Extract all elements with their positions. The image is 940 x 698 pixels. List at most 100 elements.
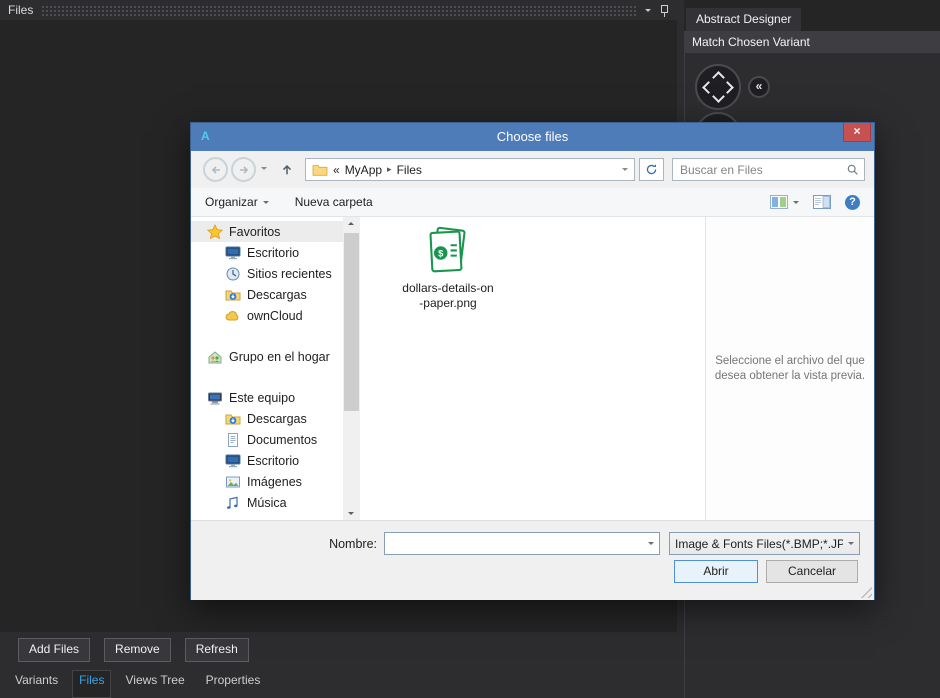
dialog-footer: Nombre: Image & Fonts Files(*.BMP;*.JP A… bbox=[191, 520, 874, 600]
breadcrumb-item-myapp[interactable]: MyApp bbox=[345, 163, 382, 177]
open-button[interactable]: Abrir bbox=[674, 560, 758, 583]
refresh-button[interactable]: Refresh bbox=[185, 638, 249, 662]
filetype-value: Image & Fonts Files(*.BMP;*.JP bbox=[675, 537, 843, 551]
sidebar-item-musica[interactable]: Música bbox=[191, 492, 343, 513]
filetype-combo[interactable]: Image & Fonts Files(*.BMP;*.JP bbox=[669, 532, 860, 555]
tab-abstract-designer[interactable]: Abstract Designer bbox=[686, 8, 801, 31]
thumbnails-view-icon bbox=[770, 195, 788, 209]
sidebar-item-label: Escritorio bbox=[247, 454, 299, 468]
search-box bbox=[672, 158, 865, 181]
sidebar-item-label: Documentos bbox=[247, 433, 317, 447]
close-button[interactable]: × bbox=[843, 123, 871, 142]
sidebar-item-label: Descargas bbox=[247, 288, 307, 302]
files-panel-title: Files bbox=[8, 3, 33, 17]
recent-places-icon bbox=[225, 266, 241, 282]
tab-views-tree[interactable]: Views Tree bbox=[118, 670, 191, 698]
sidebar-item-owncloud[interactable]: ownCloud bbox=[191, 305, 343, 326]
sidebar-item-escritorio-2[interactable]: Escritorio bbox=[191, 450, 343, 471]
search-input[interactable] bbox=[678, 162, 846, 178]
sidebar-item-imagenes[interactable]: Imágenes bbox=[191, 471, 343, 492]
history-dropdown-icon[interactable] bbox=[261, 167, 267, 170]
chevron-right-icon[interactable] bbox=[721, 81, 734, 94]
files-panel-header[interactable]: Files bbox=[0, 0, 677, 20]
up-one-level-button[interactable] bbox=[275, 159, 299, 181]
tab-variants[interactable]: Variants bbox=[8, 670, 65, 698]
forward-button[interactable] bbox=[231, 157, 256, 182]
sidebar-item-label: Descargas bbox=[247, 412, 307, 426]
scrollbar-thumb[interactable] bbox=[344, 233, 359, 411]
right-panel-tabstrip: Abstract Designer bbox=[684, 0, 940, 31]
chevron-left-icon[interactable] bbox=[702, 81, 715, 94]
documents-icon bbox=[225, 432, 241, 448]
collapse-double-chevron-button[interactable]: « bbox=[748, 76, 770, 98]
tab-files[interactable]: Files bbox=[72, 670, 111, 698]
sidebar-item-label: Grupo en el hogar bbox=[229, 350, 330, 364]
sidebar-item-escritorio[interactable]: Escritorio bbox=[191, 242, 343, 263]
sidebar-item-label: Música bbox=[247, 496, 287, 510]
sidebar-item-label: Escritorio bbox=[247, 246, 299, 260]
choose-files-dialog: A Choose files × « MyApp ▸ Files bbox=[190, 122, 875, 600]
downloads-icon bbox=[225, 287, 241, 303]
sidebar-item-sitios-recientes[interactable]: Sitios recientes bbox=[191, 263, 343, 284]
filename-dropdown-button[interactable] bbox=[643, 533, 659, 554]
address-bar[interactable]: « MyApp ▸ Files bbox=[305, 158, 635, 181]
remove-button[interactable]: Remove bbox=[104, 638, 171, 662]
pin-stem bbox=[664, 13, 665, 17]
organize-menu-button[interactable]: Organizar bbox=[205, 195, 269, 209]
breadcrumb-item-files[interactable]: Files bbox=[397, 163, 422, 177]
downloads-icon bbox=[225, 411, 241, 427]
sidebar-item-descargas-2[interactable]: Descargas bbox=[191, 408, 343, 429]
new-folder-button[interactable]: Nueva carpeta bbox=[295, 195, 373, 209]
window-position-menu-icon[interactable] bbox=[645, 9, 651, 12]
add-files-button[interactable]: Add Files bbox=[18, 638, 90, 662]
variant-nav-wheel[interactable] bbox=[695, 64, 741, 110]
sidebar-item-descargas[interactable]: Descargas bbox=[191, 284, 343, 305]
filename-combo bbox=[384, 532, 660, 555]
panel-drag-texture-icon bbox=[41, 5, 637, 16]
auto-hide-pin-icon[interactable] bbox=[659, 4, 669, 17]
file-list-area[interactable]: $ dollars-details-on -paper.png bbox=[360, 217, 705, 520]
scroll-up-icon[interactable] bbox=[348, 222, 354, 225]
sidebar-item-favoritos[interactable]: Favoritos bbox=[191, 221, 343, 242]
address-dropdown-icon[interactable] bbox=[622, 168, 628, 171]
back-button[interactable] bbox=[203, 157, 228, 182]
preview-pane-icon bbox=[813, 195, 831, 209]
match-chosen-variant-header: Match Chosen Variant bbox=[684, 31, 940, 53]
search-icon[interactable] bbox=[846, 163, 859, 176]
navigation-pane: Favoritos Escritorio Sitios recientes De… bbox=[191, 217, 343, 520]
sidebar-item-grupo-en-el-hogar[interactable]: Grupo en el hogar bbox=[191, 346, 343, 367]
homegroup-icon bbox=[207, 349, 223, 365]
preview-pane: Seleccione el archivo del que desea obte… bbox=[705, 217, 874, 520]
preview-pane-button[interactable] bbox=[813, 195, 831, 209]
folder-icon bbox=[312, 162, 328, 178]
desktop-icon bbox=[225, 245, 241, 261]
chevron-up-icon[interactable] bbox=[712, 71, 725, 84]
sidebar-item-este-equipo[interactable]: Este equipo bbox=[191, 387, 343, 408]
help-icon[interactable]: ? bbox=[845, 195, 860, 210]
dialog-title-bar[interactable]: A Choose files × bbox=[191, 123, 874, 151]
computer-icon bbox=[207, 390, 223, 406]
views-dropdown-icon bbox=[793, 201, 799, 204]
svg-text:$: $ bbox=[438, 249, 444, 259]
sidebar-scrollbar[interactable] bbox=[343, 217, 360, 520]
sidebar-item-label: Este equipo bbox=[229, 391, 295, 405]
filetype-dropdown-button[interactable] bbox=[843, 533, 859, 554]
back-arrow-icon bbox=[209, 163, 223, 177]
sidebar-item-documentos[interactable]: Documentos bbox=[191, 429, 343, 450]
breadcrumb-collapsed[interactable]: « bbox=[333, 163, 340, 177]
views-button[interactable] bbox=[770, 195, 799, 209]
command-bar-right-icons: ? bbox=[770, 195, 860, 210]
dialog-command-bar: Organizar Nueva carpeta ? bbox=[191, 188, 874, 217]
chevron-down-icon[interactable] bbox=[712, 90, 725, 103]
sidebar-item-label: Sitios recientes bbox=[247, 267, 332, 281]
pin-head bbox=[661, 5, 668, 13]
scroll-down-icon[interactable] bbox=[348, 512, 354, 515]
dollar-document-icon: $ bbox=[421, 225, 475, 279]
cancel-button[interactable]: Cancelar bbox=[766, 560, 858, 583]
tab-properties[interactable]: Properties bbox=[199, 670, 268, 698]
file-item-dollars-details[interactable]: $ dollars-details-on -paper.png bbox=[398, 225, 498, 311]
resize-grip[interactable] bbox=[860, 586, 872, 598]
file-name-line2: -paper.png bbox=[398, 296, 498, 311]
filename-input[interactable] bbox=[385, 537, 643, 551]
refresh-address-button[interactable] bbox=[639, 158, 664, 181]
